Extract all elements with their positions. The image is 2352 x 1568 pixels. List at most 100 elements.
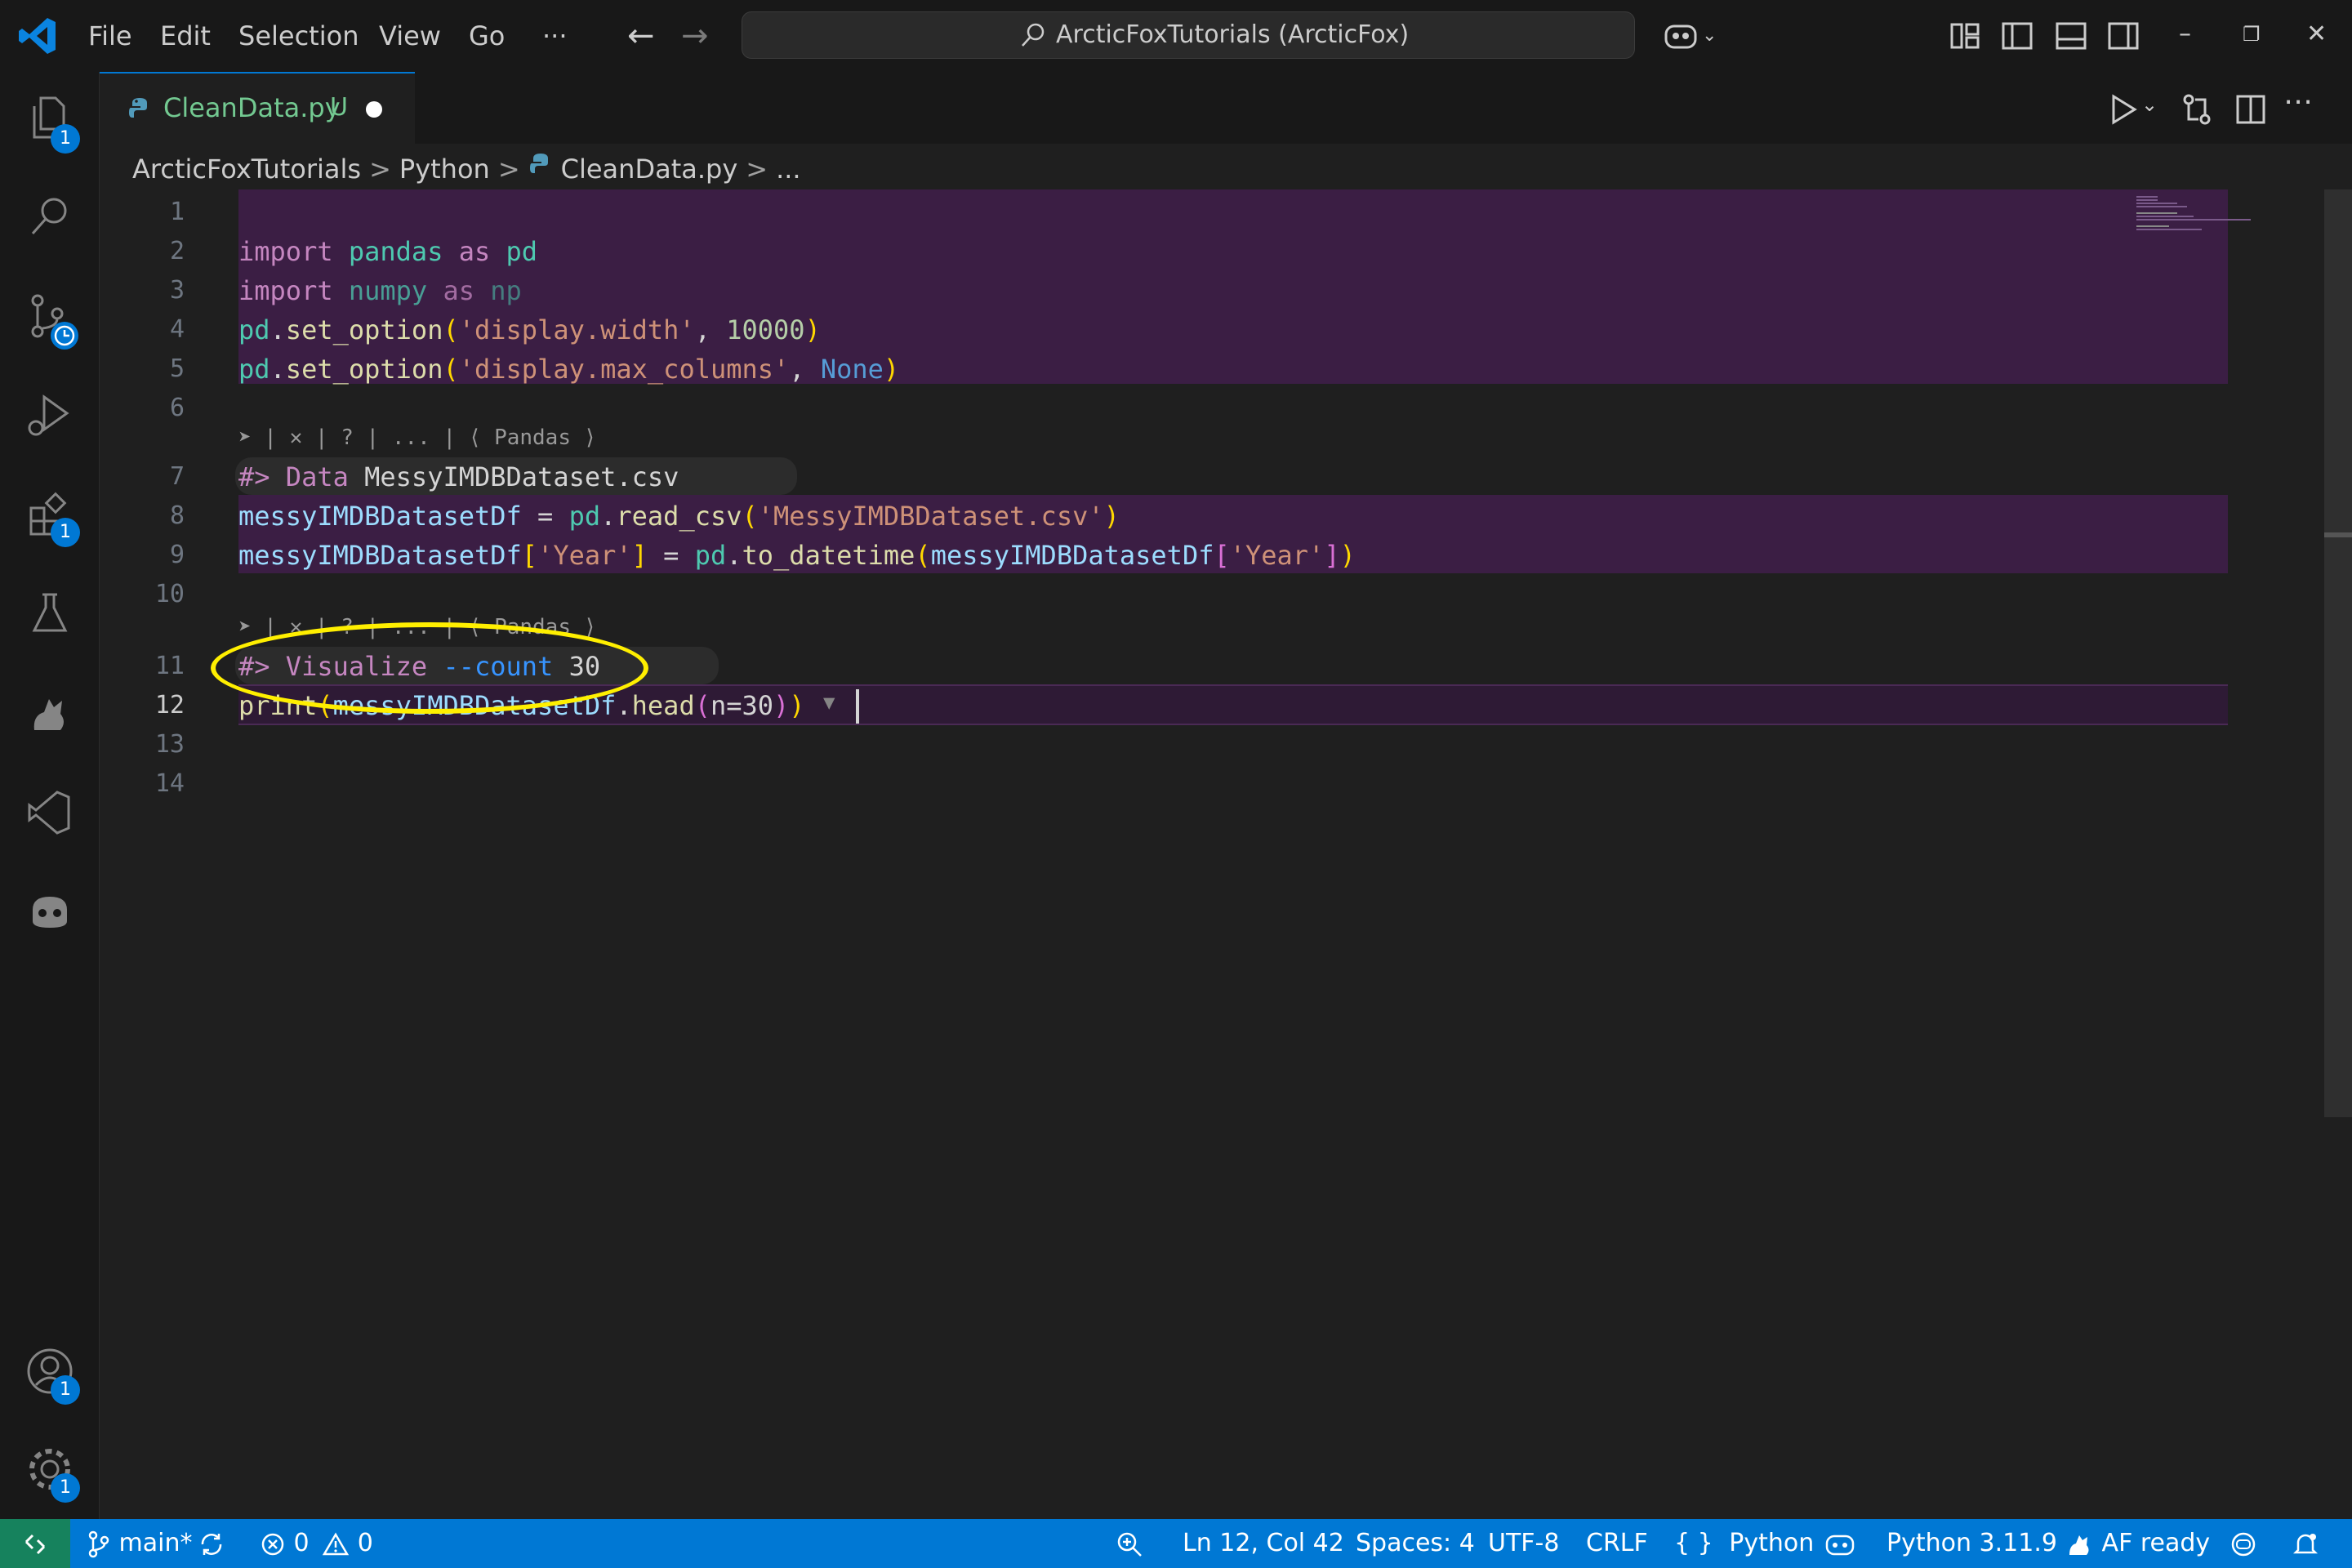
line-number: 9 bbox=[169, 541, 185, 569]
copilot-icon bbox=[1825, 1535, 1855, 1555]
breadcrumb-separator: > bbox=[746, 154, 768, 185]
remote-indicator[interactable] bbox=[0, 1519, 70, 1568]
branch-name: main* bbox=[118, 1529, 193, 1557]
toggle-primary-sidebar-icon[interactable] bbox=[1999, 18, 2035, 54]
scrollbar-cursor-marker bbox=[2324, 532, 2352, 537]
cursor-position[interactable]: Ln 12, Col 42 bbox=[1183, 1519, 1344, 1568]
language-label: Python bbox=[1729, 1529, 1815, 1557]
run-dropdown-icon[interactable]: ⌄ bbox=[2141, 93, 2158, 116]
branch-status[interactable]: main* bbox=[87, 1519, 193, 1568]
tab-cleandata-py[interactable]: CleanData.py U bbox=[100, 72, 415, 144]
code-line-7-cell-header: #> Data MessyIMDBDataset.csv bbox=[238, 461, 679, 492]
indentation-status[interactable]: Spaces: 4 bbox=[1356, 1519, 1475, 1568]
run-debug-icon[interactable] bbox=[24, 390, 75, 441]
menu-view[interactable]: View bbox=[379, 16, 441, 56]
copilot-icon[interactable] bbox=[1663, 18, 1699, 54]
run-python-file-icon[interactable] bbox=[2105, 91, 2141, 127]
af-status[interactable]: AF ready bbox=[2066, 1519, 2210, 1568]
python-interpreter[interactable]: Python 3.11.9 bbox=[1886, 1519, 2057, 1568]
notifications-button[interactable] bbox=[2292, 1519, 2319, 1568]
menu-file[interactable]: File bbox=[88, 16, 132, 56]
breadcrumb-item-root[interactable]: ArcticFoxTutorials bbox=[132, 149, 361, 189]
error-count: 0 bbox=[293, 1529, 310, 1557]
menu-go[interactable]: Go bbox=[469, 16, 505, 56]
af-status-label: AF ready bbox=[2101, 1529, 2211, 1557]
line-number: 11 bbox=[154, 652, 185, 680]
compare-changes-icon[interactable] bbox=[2179, 91, 2215, 127]
line-number-active: 12 bbox=[154, 691, 185, 719]
testing-icon[interactable] bbox=[24, 588, 75, 639]
code-line-11-cell-header: #> Visualize --count 30 bbox=[238, 651, 601, 682]
text-cursor bbox=[856, 689, 859, 724]
copilot-status[interactable] bbox=[1824, 1519, 1855, 1568]
close-button[interactable]: ✕ bbox=[2306, 15, 2327, 54]
accounts-badge: 1 bbox=[51, 1375, 80, 1405]
language-mode[interactable]: { } Python bbox=[1674, 1519, 1814, 1568]
zoom-button[interactable] bbox=[1116, 1519, 1143, 1568]
command-center[interactable]: ArcticFoxTutorials (ArcticFox) bbox=[742, 11, 1635, 59]
tab-label: CleanData.py bbox=[163, 92, 341, 123]
minimize-button[interactable]: – bbox=[2179, 15, 2191, 54]
line-number: 14 bbox=[154, 769, 185, 798]
editor-tabs: CleanData.py U ⌄ ⋯ bbox=[100, 72, 2352, 144]
code-line-5: pd.set_option('display.max_columns', Non… bbox=[238, 354, 900, 385]
code-line-2: import pandas as pd bbox=[238, 236, 538, 267]
breadcrumb: ArcticFoxTutorials > Python > CleanData.py >… bbox=[132, 147, 801, 188]
back-arrow-icon[interactable]: ← bbox=[627, 16, 655, 56]
restore-button[interactable]: ❐ bbox=[2243, 15, 2261, 54]
title-bar: File Edit Selection View Go ··· ← → Arct… bbox=[0, 0, 2352, 73]
settings-badge: 1 bbox=[51, 1473, 80, 1503]
breadcrumb-item-symbols[interactable]: ... bbox=[776, 149, 801, 189]
clock-badge-icon bbox=[51, 322, 78, 350]
breadcrumb-separator: > bbox=[369, 154, 391, 185]
copilot-chat-status[interactable] bbox=[2230, 1519, 2257, 1568]
minimap[interactable] bbox=[2130, 193, 2252, 242]
remote-icon bbox=[24, 1534, 46, 1555]
more-actions-icon[interactable]: ⋯ bbox=[2283, 85, 2313, 118]
line-number: 2 bbox=[169, 237, 185, 265]
breadcrumb-item-file[interactable]: CleanData.py bbox=[561, 149, 738, 189]
line-number: 4 bbox=[169, 315, 185, 344]
arcticfox-icon bbox=[2069, 1535, 2089, 1555]
menu-selection[interactable]: Selection bbox=[238, 16, 359, 56]
vertical-scrollbar[interactable] bbox=[2324, 189, 2352, 1117]
search-icon[interactable] bbox=[24, 191, 75, 242]
eol-status[interactable]: CRLF bbox=[1586, 1519, 1648, 1568]
error-icon bbox=[261, 1533, 284, 1555]
breadcrumb-separator: > bbox=[497, 154, 520, 185]
cell-codelens-actions[interactable]: ➤ | ✕ | ? | ... | ⟨ Pandas ⟩ bbox=[238, 612, 596, 642]
forward-arrow-icon[interactable]: → bbox=[681, 16, 709, 56]
problems-status[interactable]: 0 0 bbox=[260, 1519, 373, 1568]
explorer-badge: 1 bbox=[51, 124, 80, 154]
breadcrumb-item-python[interactable]: Python bbox=[399, 149, 490, 189]
toggle-secondary-sidebar-icon[interactable] bbox=[2105, 18, 2141, 54]
line-number: 1 bbox=[169, 198, 185, 226]
cell-codelens-actions[interactable]: ➤ | ✕ | ? | ... | ⟨ Pandas ⟩ bbox=[238, 423, 596, 452]
vscode-logo-icon bbox=[19, 18, 56, 54]
encoding-status[interactable]: UTF-8 bbox=[1488, 1519, 1559, 1568]
copilot-chat-icon[interactable] bbox=[24, 885, 75, 936]
copilot-chat-icon bbox=[2231, 1532, 2256, 1556]
menu-more[interactable]: ··· bbox=[542, 16, 568, 56]
warning-count: 0 bbox=[357, 1529, 373, 1557]
bell-icon bbox=[2292, 1533, 2319, 1553]
code-line-12: print(messyIMDBDatasetDf.head(n=30)) bbox=[238, 690, 805, 721]
sync-button[interactable] bbox=[198, 1519, 225, 1568]
split-editor-icon[interactable] bbox=[2233, 91, 2269, 127]
line-number: 7 bbox=[169, 462, 185, 491]
unsaved-dot-icon[interactable] bbox=[366, 101, 382, 118]
tab-git-status: U bbox=[330, 93, 348, 122]
customize-layout-icon[interactable] bbox=[1947, 18, 1983, 54]
extensions-badge: 1 bbox=[51, 518, 80, 547]
fold-indicator-icon[interactable]: ▼ bbox=[823, 691, 835, 714]
code-editor[interactable]: 1 2 3 4 5 6 7 8 9 10 11 12 13 14 import … bbox=[100, 189, 2352, 1519]
python-file-icon bbox=[129, 98, 147, 118]
arcticfox-icon[interactable] bbox=[24, 688, 75, 738]
search-icon bbox=[1022, 23, 1045, 47]
line-number: 6 bbox=[169, 394, 185, 422]
toggle-panel-icon[interactable] bbox=[2053, 18, 2089, 54]
copilot-dropdown-icon[interactable]: ⌄ bbox=[1702, 16, 1717, 56]
code-line-9: messyIMDBDatasetDf['Year'] = pd.to_datet… bbox=[238, 540, 1356, 571]
visual-studio-icon[interactable] bbox=[24, 787, 75, 838]
menu-edit[interactable]: Edit bbox=[160, 16, 211, 56]
